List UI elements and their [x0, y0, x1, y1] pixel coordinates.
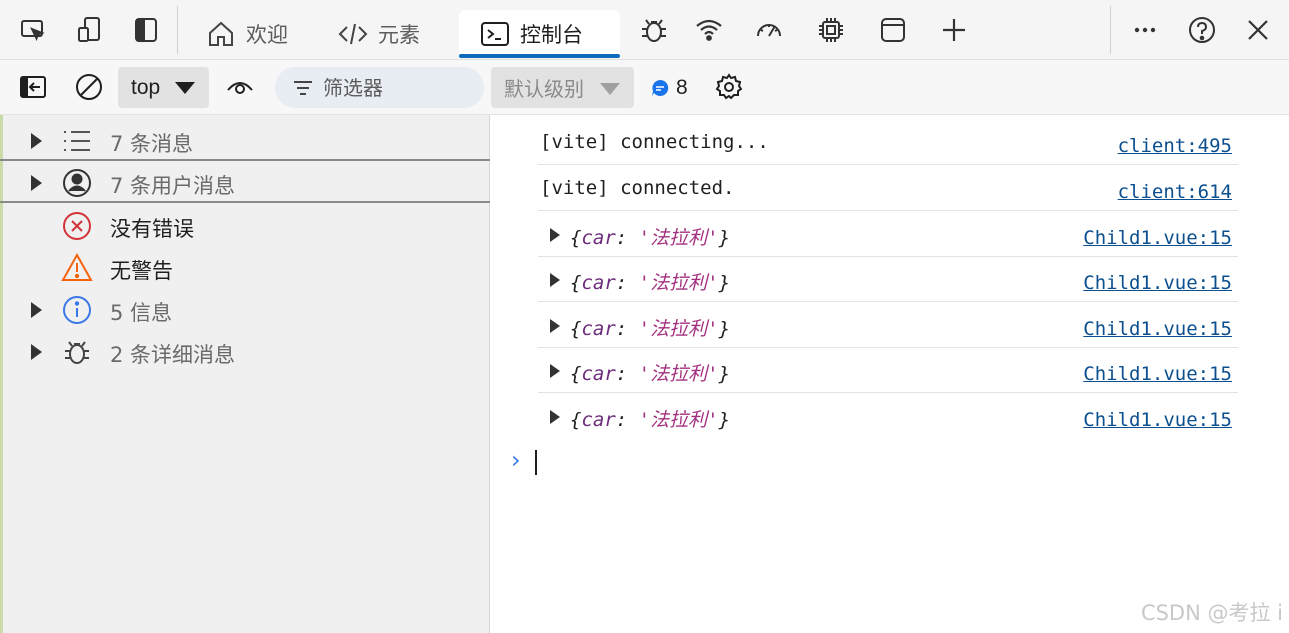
sidebar-item-messages[interactable]: 7 条消息 — [0, 119, 490, 161]
expand-object-arrow-icon[interactable] — [550, 228, 560, 242]
device-emulation-icon[interactable] — [73, 13, 107, 47]
object-preview[interactable]: {car: '法拉利'} — [570, 314, 730, 341]
error-icon — [61, 210, 93, 242]
message-source-link[interactable]: Child1.vue:15 — [1083, 363, 1232, 385]
message-source-link[interactable]: Child1.vue:15 — [1083, 227, 1232, 249]
console-object-row: {car: '法拉利'} Child1.vue:15 — [538, 256, 1238, 302]
console-object-row: {car: '法拉利'} Child1.vue:15 — [538, 302, 1238, 348]
tab-label: 欢迎 — [246, 23, 288, 47]
watermark: CSDN @考拉 i — [1140, 601, 1283, 625]
expand-object-arrow-icon[interactable] — [550, 319, 560, 333]
filter-icon — [294, 80, 312, 95]
filter-input-box[interactable] — [275, 67, 484, 108]
wifi-icon[interactable] — [692, 13, 726, 47]
sidebar-item-user-messages[interactable]: 7 条用户消息 — [0, 161, 490, 203]
message-source-link[interactable]: Child1.vue:15 — [1083, 409, 1232, 431]
info-icon — [61, 294, 93, 326]
sidebar-item-label: 无警告 — [110, 259, 173, 283]
bug-icon[interactable] — [637, 13, 671, 47]
message-text: [vite] connecting... — [540, 131, 769, 153]
sidebar-item-errors[interactable]: 没有错误 — [0, 204, 490, 246]
tab-elements[interactable]: 元素 — [337, 10, 420, 58]
context-selector[interactable]: top — [118, 67, 209, 108]
warning-icon — [61, 252, 93, 284]
issues-count: 8 — [676, 76, 688, 99]
toolbar-divider — [177, 6, 178, 54]
console-output: [vite] connecting... client:495 [vite] c… — [491, 115, 1289, 633]
tab-welcome[interactable]: 欢迎 — [205, 10, 288, 58]
bug-icon — [61, 336, 93, 368]
tab-label: 元素 — [378, 23, 420, 47]
object-preview[interactable]: {car: '法拉利'} — [570, 268, 730, 295]
console-settings-gear-icon[interactable] — [712, 70, 746, 104]
expand-arrow-icon[interactable] — [31, 344, 42, 360]
console-object-row: {car: '法拉利'} Child1.vue:15 — [538, 347, 1238, 393]
active-tab-indicator — [459, 54, 620, 58]
help-icon[interactable] — [1185, 13, 1219, 47]
tab-label: 控制台 — [520, 23, 583, 47]
context-value: top — [131, 75, 161, 99]
expand-object-arrow-icon[interactable] — [550, 273, 560, 287]
toggle-sidebar-icon[interactable] — [16, 70, 50, 104]
filter-input[interactable] — [323, 75, 473, 100]
user-circle-icon — [61, 167, 93, 199]
code-icon — [338, 23, 368, 45]
toolbar-divider — [1110, 6, 1111, 54]
console-toolbar: top 默认级别 8 — [0, 60, 1289, 115]
dropdown-arrow-icon — [600, 83, 620, 95]
sidebar-item-info[interactable]: 5 信息 — [0, 288, 490, 330]
expand-arrow-icon[interactable] — [31, 302, 42, 318]
devtools-tabbar: 欢迎 元素 控制台 — [0, 0, 1289, 60]
sidebar-item-label: 5 信息 — [110, 301, 173, 325]
log-level-dropdown[interactable]: 默认级别 — [491, 67, 634, 108]
dropdown-arrow-icon — [175, 82, 195, 94]
object-preview[interactable]: {car: '法拉利'} — [570, 223, 730, 250]
plus-icon[interactable] — [937, 13, 971, 47]
expand-object-arrow-icon[interactable] — [550, 410, 560, 424]
sidebar-item-label: 7 条消息 — [110, 132, 194, 156]
message-source-link[interactable]: client:495 — [1118, 135, 1232, 157]
console-object-row: {car: '法拉利'} Child1.vue:15 — [538, 393, 1238, 439]
console-prompt-chevron-icon: › — [511, 446, 521, 474]
more-icon[interactable] — [1128, 13, 1162, 47]
console-input-caret[interactable] — [535, 450, 537, 475]
sidebar-item-label: 7 条用户消息 — [110, 174, 236, 198]
tab-console[interactable]: 控制台 — [459, 10, 620, 58]
performance-gauge-icon[interactable] — [752, 13, 786, 47]
home-icon — [209, 21, 233, 46]
close-icon[interactable] — [1241, 13, 1275, 47]
message-source-link[interactable]: Child1.vue:15 — [1083, 318, 1232, 340]
object-preview[interactable]: {car: '法拉利'} — [570, 359, 730, 386]
live-expression-eye-icon[interactable] — [223, 70, 257, 104]
console-icon — [481, 22, 509, 46]
dock-sidebar-icon[interactable] — [129, 13, 163, 47]
message-source-link[interactable]: Child1.vue:15 — [1083, 272, 1232, 294]
console-object-row: {car: '法拉利'} Child1.vue:15 — [538, 211, 1238, 257]
sidebar-item-label: 2 条详细消息 — [110, 343, 236, 367]
cpu-chip-icon[interactable] — [814, 13, 848, 47]
sidebar-item-label: 没有错误 — [110, 217, 194, 241]
message-text: [vite] connected. — [540, 177, 735, 199]
sidebar-item-verbose[interactable]: 2 条详细消息 — [0, 330, 490, 372]
message-bubble-icon — [652, 79, 669, 96]
device-inspect-icon[interactable] — [16, 13, 50, 47]
console-message: [vite] connecting... client:495 — [538, 119, 1238, 165]
expand-object-arrow-icon[interactable] — [550, 364, 560, 378]
issues-counter[interactable]: 8 — [650, 74, 688, 102]
log-level-value: 默认级别 — [504, 77, 584, 101]
clear-console-icon[interactable] — [72, 70, 106, 104]
expand-arrow-icon[interactable] — [31, 175, 42, 191]
message-source-link[interactable]: client:614 — [1118, 181, 1232, 203]
application-window-icon[interactable] — [876, 13, 910, 47]
sidebar-item-warnings[interactable]: 无警告 — [0, 246, 490, 288]
expand-arrow-icon[interactable] — [31, 133, 42, 149]
console-sidebar: 7 条消息 7 条用户消息 没有错误 无警告 5 信息 2 条详细消息 — [0, 115, 490, 633]
object-preview[interactable]: {car: '法拉利'} — [570, 405, 730, 432]
console-message: [vite] connected. client:614 — [538, 165, 1238, 211]
list-icon — [61, 125, 93, 157]
